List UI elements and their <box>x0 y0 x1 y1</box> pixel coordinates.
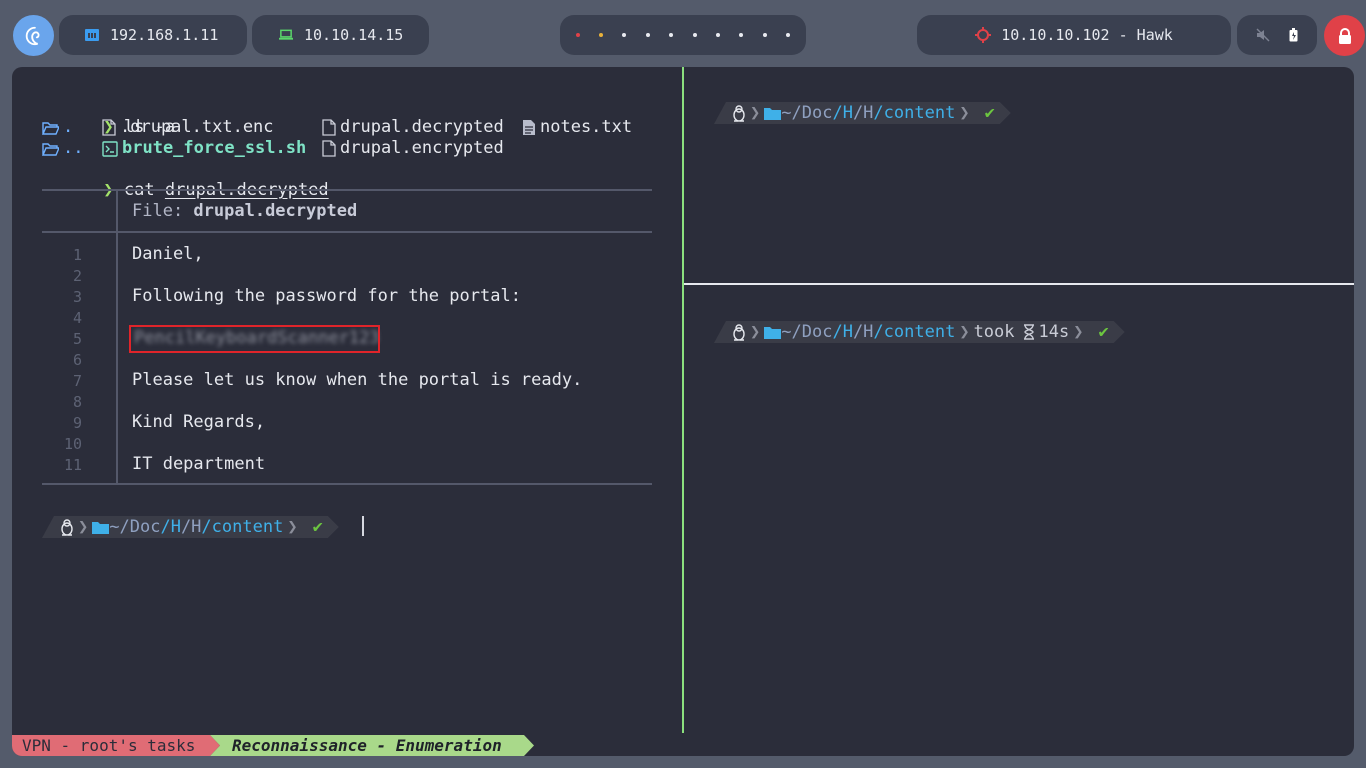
ethernet-icon <box>85 29 99 41</box>
target-widget[interactable]: 10.10.10.102 - Hawk <box>917 15 1231 55</box>
target-icon <box>975 27 992 43</box>
debian-icon <box>25 26 40 45</box>
folder-icon <box>764 326 782 339</box>
password-highlight-box <box>129 325 380 353</box>
prompt-status-segment: ✔ <box>1092 321 1124 343</box>
host-ip-widget[interactable]: 192.168.1.11 <box>59 15 247 55</box>
check-icon: ✔ <box>312 517 323 537</box>
prompt-os-segment: ❯ ~/Doc/H/H/content ❯ took 14s ❯ <box>714 321 1094 343</box>
ls-entry-brute-force: brute_force_ssl.sh <box>102 138 306 159</box>
shell-prompt-right-top: ❯ ~/Doc/H/H/content ❯ ✔ <box>714 102 1011 124</box>
vpn-ip-widget[interactable]: 10.10.14.15 <box>252 15 429 55</box>
file-icon <box>102 119 116 136</box>
file-content-line: Kind Regards, <box>132 412 266 432</box>
battery-icon[interactable] <box>1289 28 1298 42</box>
line-number: 4 <box>72 309 82 327</box>
workspace-dot-3[interactable] <box>622 33 627 37</box>
prompt-status-segment: ✔ <box>307 516 339 538</box>
linux-tux-icon <box>733 323 745 341</box>
tmux-session-tab[interactable]: VPN - root's tasks <box>12 735 220 756</box>
ls-entry-drupal-enc: .drupal.txt.enc <box>102 117 274 138</box>
ls-entry-dotdot: .. <box>42 138 83 159</box>
line-number: 1 <box>72 246 82 264</box>
folder-open-icon <box>42 121 59 135</box>
workspace-dot-10[interactable] <box>786 33 791 37</box>
mute-icon[interactable] <box>1256 28 1270 42</box>
lock-button[interactable] <box>1324 15 1365 56</box>
bat-bottom-rule <box>42 483 652 485</box>
workspace-dot-4[interactable] <box>645 33 650 37</box>
terminal-window[interactable]: ❯ ls -a . .drupal.txt.enc drupal.decrypt… <box>12 67 1354 756</box>
line-number: 11 <box>63 456 82 474</box>
shell-prompt-left: ❯ ~/Doc/H/H/content ❯ ✔ <box>42 516 339 538</box>
bat-top-rule <box>42 189 652 191</box>
lock-icon <box>1338 27 1351 44</box>
workspace-dot-1[interactable] <box>575 33 580 37</box>
terminal-script-icon <box>102 140 118 157</box>
took-label: took <box>973 322 1015 342</box>
file-content-line: IT department <box>132 454 266 474</box>
line-number: 3 <box>72 288 82 306</box>
workspace-dot-7[interactable] <box>716 33 721 37</box>
workspace-dot-2[interactable] <box>599 33 604 37</box>
folder-icon <box>764 107 782 120</box>
vertical-pane-divider[interactable] <box>682 67 684 733</box>
file-content-line: Daniel, <box>132 244 204 264</box>
workspace-dot-9[interactable] <box>762 33 767 37</box>
ls-entry-notes: notes.txt <box>522 117 632 138</box>
bat-gutter-rule <box>116 189 118 483</box>
text-file-icon <box>523 120 535 135</box>
workspace-dot-8[interactable] <box>739 33 744 37</box>
folder-icon <box>92 521 110 534</box>
shell-prompt-right-bottom: ❯ ~/Doc/H/H/content ❯ took 14s ❯ ✔ <box>714 321 1125 343</box>
hourglass-icon <box>1023 324 1034 340</box>
horizontal-pane-divider[interactable] <box>684 283 1354 285</box>
check-icon: ✔ <box>984 103 995 123</box>
debian-logo-button[interactable] <box>13 15 54 56</box>
file-content-line: Following the password for the portal: <box>132 286 521 306</box>
ls-entry-dot: . <box>42 117 73 138</box>
linux-tux-icon <box>733 104 745 122</box>
file-icon <box>322 140 336 157</box>
ls-entry-drupal-decrypted: drupal.decrypted <box>322 117 504 138</box>
line-number: 8 <box>72 393 82 411</box>
host-ip-text: 192.168.1.11 <box>110 26 219 44</box>
laptop-icon <box>279 29 293 40</box>
prompt-os-segment: ❯ ~/Doc/H/H/content ❯ <box>42 516 308 538</box>
line-number: 5 <box>72 330 82 348</box>
line-number: 7 <box>72 372 82 390</box>
tmux-window-tab[interactable]: Reconnaissance - Enumeration <box>210 735 534 756</box>
workspace-indicator[interactable] <box>560 15 806 55</box>
bat-header-rule <box>42 231 652 233</box>
target-text: 10.10.10.102 - Hawk <box>1001 26 1173 44</box>
check-icon: ✔ <box>1098 322 1109 342</box>
workspace-dot-5[interactable] <box>669 33 674 37</box>
ls-entry-drupal-encrypted: drupal.encrypted <box>322 138 504 159</box>
prompt-os-segment: ❯ ~/Doc/H/H/content ❯ <box>714 102 980 124</box>
terminal-cursor <box>362 516 364 536</box>
duration-text: 14s <box>1038 322 1070 342</box>
file-content-line: Please let us know when the portal is re… <box>132 370 583 390</box>
line-number: 2 <box>72 267 82 285</box>
vpn-ip-text: 10.10.14.15 <box>304 26 404 44</box>
line-number: 6 <box>72 351 82 369</box>
workspace-dot-6[interactable] <box>692 33 697 37</box>
line-number: 10 <box>63 435 82 453</box>
linux-tux-icon <box>61 518 73 536</box>
file-icon <box>322 119 336 136</box>
line-number: 9 <box>72 414 82 432</box>
prompt-status-segment: ✔ <box>979 102 1011 124</box>
folder-open-icon <box>42 142 59 156</box>
system-status-widget[interactable] <box>1237 15 1317 55</box>
bat-file-header: File: drupal.decrypted <box>132 201 358 221</box>
